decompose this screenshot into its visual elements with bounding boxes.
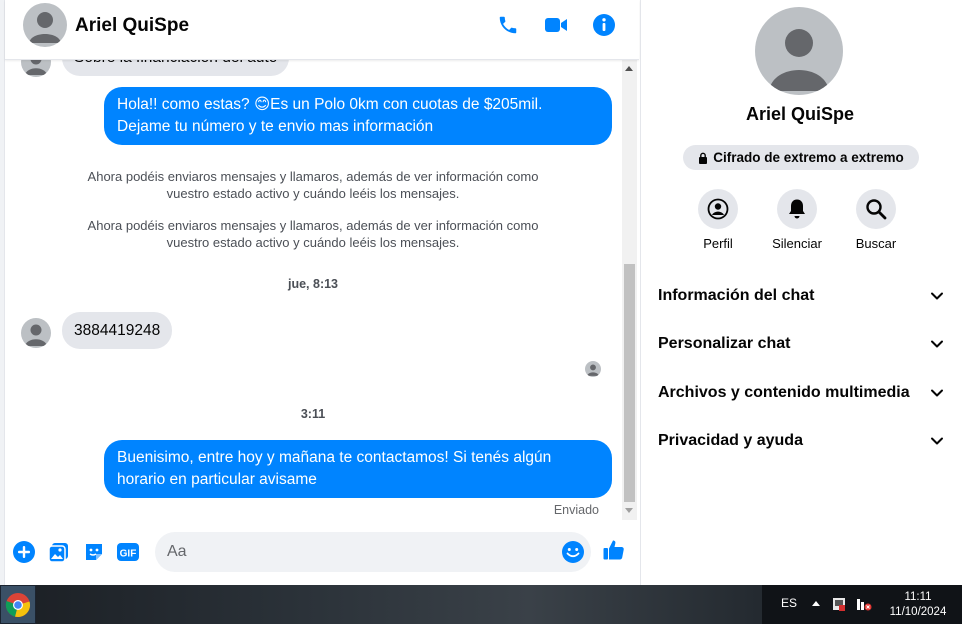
os-taskbar: ES 11:11 11/10/2024 — [0, 585, 962, 624]
svg-text:GIF: GIF — [120, 549, 137, 560]
delivery-status: Enviado — [553, 503, 599, 517]
seen-avatar — [585, 361, 601, 377]
section-label: Privacidad y ayuda — [658, 432, 803, 449]
search-action[interactable]: Buscar — [838, 189, 914, 251]
encryption-badge[interactable]: Cifrado de extremo a extremo — [683, 145, 919, 170]
language-indicator[interactable]: ES — [781, 596, 797, 610]
composer-bar: GIF — [5, 522, 639, 585]
incoming-message[interactable]: 3884419248 — [62, 312, 173, 349]
section-label: Archivos y contenido multimedia — [658, 384, 910, 401]
system-notice: Ahora podéis enviaros mensajes y llamaro… — [5, 217, 621, 251]
photo-icon[interactable] — [47, 540, 71, 564]
mute-action[interactable]: Silenciar — [759, 189, 835, 251]
outgoing-message[interactable]: Buenisimo, entre hoy y mañana te contact… — [104, 440, 612, 498]
phone-icon[interactable] — [495, 12, 521, 38]
section-chat-info[interactable]: Información del chat — [658, 282, 944, 310]
timestamp: jue, 8:13 — [287, 277, 339, 291]
timestamp: 3:11 — [300, 407, 326, 421]
section-label: Personalizar chat — [658, 335, 791, 352]
scroll-up-arrow[interactable] — [625, 66, 633, 71]
message-input[interactable] — [155, 532, 535, 572]
message-line: Dejame tu número y te envio mas informac… — [117, 118, 434, 135]
gif-icon[interactable]: GIF — [116, 540, 140, 564]
contact-name[interactable]: Ariel QuiSpe — [75, 15, 189, 37]
system-notice-line: Ahora podéis enviaros mensajes y llamaro… — [87, 218, 539, 233]
mute-label: Silenciar — [772, 236, 822, 251]
contact-avatar-large[interactable] — [755, 7, 843, 95]
bell-icon[interactable] — [777, 189, 817, 229]
section-files-media[interactable]: Archivos y contenido multimedia — [658, 379, 944, 407]
taskbar-clock[interactable]: 11:11 11/10/2024 — [880, 590, 956, 620]
search-icon[interactable] — [856, 189, 896, 229]
tray-expand-icon[interactable] — [812, 601, 820, 606]
section-customize-chat[interactable]: Personalizar chat — [658, 330, 944, 358]
chat-info-panel: Ariel QuiSpe Cifrado de extremo a extrem… — [640, 0, 962, 585]
message-line: Buenisimo, entre hoy y mañana te contact… — [117, 449, 552, 466]
system-notice-line: vuestro estado activo y cuándo leéis los… — [166, 235, 460, 250]
contact-avatar-small — [21, 318, 51, 348]
lock-icon — [699, 152, 708, 164]
profile-action[interactable]: Perfil — [680, 189, 756, 251]
encryption-label: Cifrado de extremo a extremo — [713, 150, 904, 165]
chevron-down-icon — [931, 292, 943, 300]
section-privacy-help[interactable]: Privacidad y ayuda — [658, 427, 944, 455]
system-notice-line: Ahora podéis enviaros mensajes y llamaro… — [87, 169, 539, 184]
plus-icon[interactable] — [12, 540, 36, 564]
outgoing-message[interactable]: Hola!! como estas? 😊Es un Polo 0km con c… — [104, 87, 612, 145]
default-avatar-icon — [29, 12, 61, 43]
scroll-down-arrow[interactable] — [625, 508, 633, 513]
message-input-wrapper — [155, 532, 591, 572]
message-list[interactable]: Sobre la financiación del auto Hola!! co… — [5, 45, 621, 520]
profile-label: Perfil — [703, 236, 733, 251]
chevron-down-icon — [931, 389, 943, 397]
clock-time: 11:11 — [904, 591, 932, 603]
browser-icon — [5, 592, 31, 617]
device-icon[interactable] — [832, 596, 846, 617]
network-icon[interactable] — [856, 596, 872, 617]
clock-date: 11/10/2024 — [889, 606, 947, 618]
message-line: horario en particular avisame — [117, 471, 317, 488]
chevron-down-icon — [931, 437, 943, 445]
panel-contact-name: Ariel QuiSpe — [745, 104, 855, 124]
chat-window: Ariel QuiSpe Sobre la financiación del a… — [5, 0, 639, 585]
chat-header: Ariel QuiSpe — [5, 0, 639, 60]
profile-icon[interactable] — [698, 189, 738, 229]
section-label: Información del chat — [658, 287, 815, 304]
scroll-thumb[interactable] — [624, 264, 635, 502]
browser-taskbar-button[interactable] — [0, 585, 36, 624]
video-icon[interactable] — [543, 12, 569, 38]
message-line: Hola!! como estas? 😊Es un Polo 0km con c… — [117, 96, 543, 113]
default-avatar-icon — [769, 29, 829, 91]
system-notice-line: vuestro estado activo y cuándo leéis los… — [166, 186, 460, 201]
search-label: Buscar — [855, 236, 897, 251]
thumbs-up-icon[interactable] — [602, 538, 626, 562]
contact-avatar[interactable] — [23, 3, 67, 47]
chevron-down-icon — [931, 340, 943, 348]
info-icon[interactable] — [591, 12, 617, 38]
system-notice: Ahora podéis enviaros mensajes y llamaro… — [5, 168, 621, 202]
chat-scrollbar[interactable] — [622, 60, 637, 520]
emoji-icon[interactable] — [561, 540, 585, 569]
sticker-icon[interactable] — [82, 540, 106, 564]
